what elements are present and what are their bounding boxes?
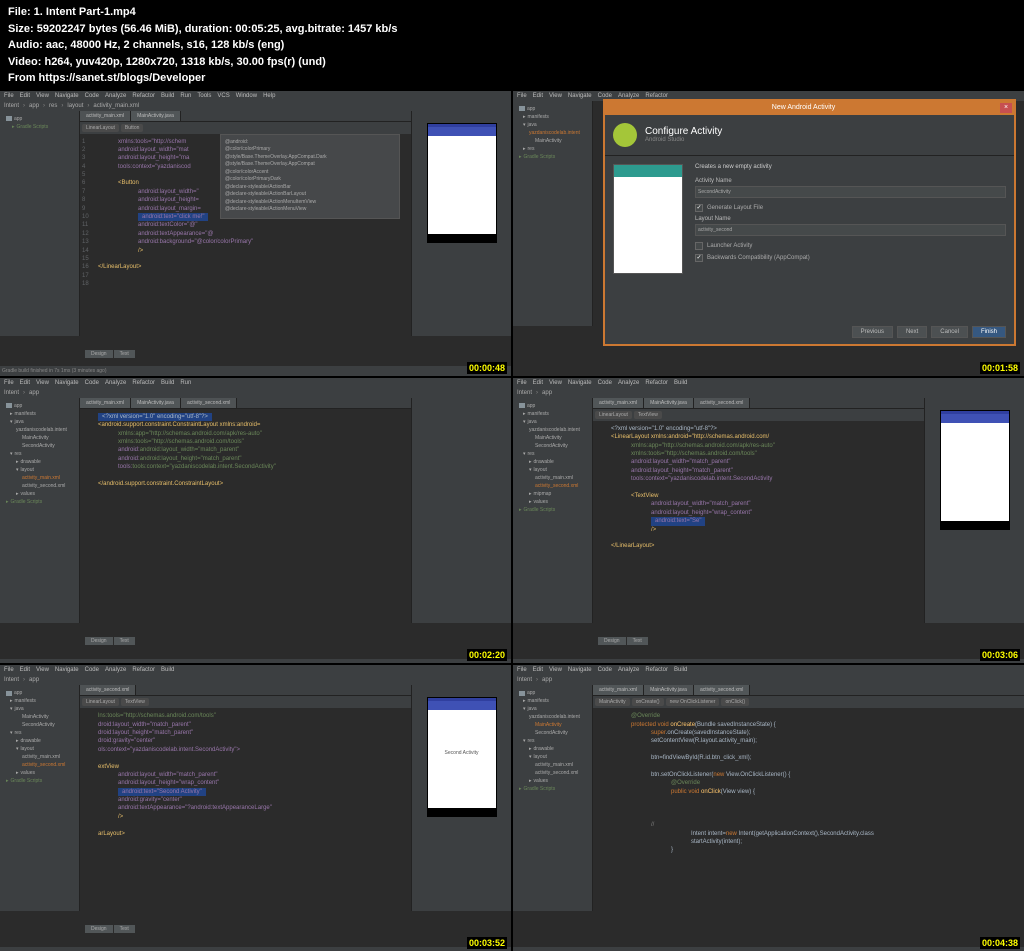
project-tree[interactable]: app ▸ manifests ▾ java MainActivity Seco… [0, 685, 80, 910]
status-bar: Gradle build finished in 7s 1ms (3 minut… [0, 366, 511, 376]
file-info-header: File: 1. Intent Part-1.mp4 Size: 5920224… [0, 0, 1024, 91]
panel-6: FileEditViewNavigateCodeAnalyzeRefactorB… [513, 665, 1024, 950]
tab-activity-main[interactable]: activity_main.xml [80, 111, 131, 121]
activity-preview [613, 164, 683, 274]
panel-4: FileEditViewNavigateCodeAnalyzeRefactorB… [513, 378, 1024, 663]
layout-name-input[interactable] [695, 224, 1006, 236]
previous-button[interactable]: Previous [852, 326, 893, 338]
autocomplete-popup[interactable]: @android:@color/colorPrimary@style/Base.… [220, 134, 400, 219]
finish-button[interactable]: Finish [972, 326, 1006, 338]
compat-checkbox[interactable]: ✓ [695, 254, 703, 262]
project-tree[interactable]: app ▸ Gradle Scripts [0, 111, 80, 336]
android-logo-icon [613, 123, 637, 147]
new-activity-dialog: New Android Activity× Configure Activity… [603, 99, 1016, 346]
launcher-checkbox[interactable] [695, 242, 703, 250]
text-tab[interactable]: Text [114, 350, 135, 358]
project-tree[interactable]: app ▸ manifests ▾ java yazdaniscodelab.i… [513, 101, 593, 326]
next-button[interactable]: Next [897, 326, 927, 338]
layout-preview [411, 111, 511, 336]
design-tab[interactable]: Design [85, 350, 113, 358]
timestamp: 00:00:48 [467, 362, 507, 374]
project-tree[interactable]: app ▸ manifests ▾ java yazdaniscodelab.i… [513, 398, 593, 623]
panel-1: FileEditViewNavigateCodeAnalyzeRefactorB… [0, 91, 511, 376]
project-tree[interactable]: app ▸ manifests ▾ java yazdaniscodelab.i… [0, 398, 80, 623]
generate-layout-checkbox[interactable]: ✓ [695, 204, 703, 212]
activity-name-input[interactable] [695, 186, 1006, 198]
code-editor[interactable]: activity_main.xmlMainActivity.java Linea… [80, 111, 411, 336]
path-breadcrumb[interactable]: Intent›app›res›layout›activity_main.xml [0, 101, 511, 111]
panel-5: FileEditViewNavigateCodeAnalyzeRefactorB… [0, 665, 511, 950]
panel-3: FileEditViewNavigateCodeAnalyzeRefactorB… [0, 378, 511, 663]
tab-main-activity[interactable]: MainActivity.java [131, 111, 181, 121]
phone-mockup [427, 123, 497, 243]
cancel-button[interactable]: Cancel [931, 326, 968, 338]
menu-bar[interactable]: FileEditViewNavigateCodeAnalyzeRefactorB… [0, 91, 511, 101]
folder-icon [6, 116, 12, 121]
close-icon[interactable]: × [1000, 103, 1012, 113]
project-tree[interactable]: app ▸ manifests ▾ java yazdaniscodelab.i… [513, 685, 593, 910]
screenshot-grid: FileEditViewNavigateCodeAnalyzeRefactorB… [0, 91, 1024, 951]
panel-2: FileEditViewNavigateCodeAnalyzeRefactor … [513, 91, 1024, 376]
